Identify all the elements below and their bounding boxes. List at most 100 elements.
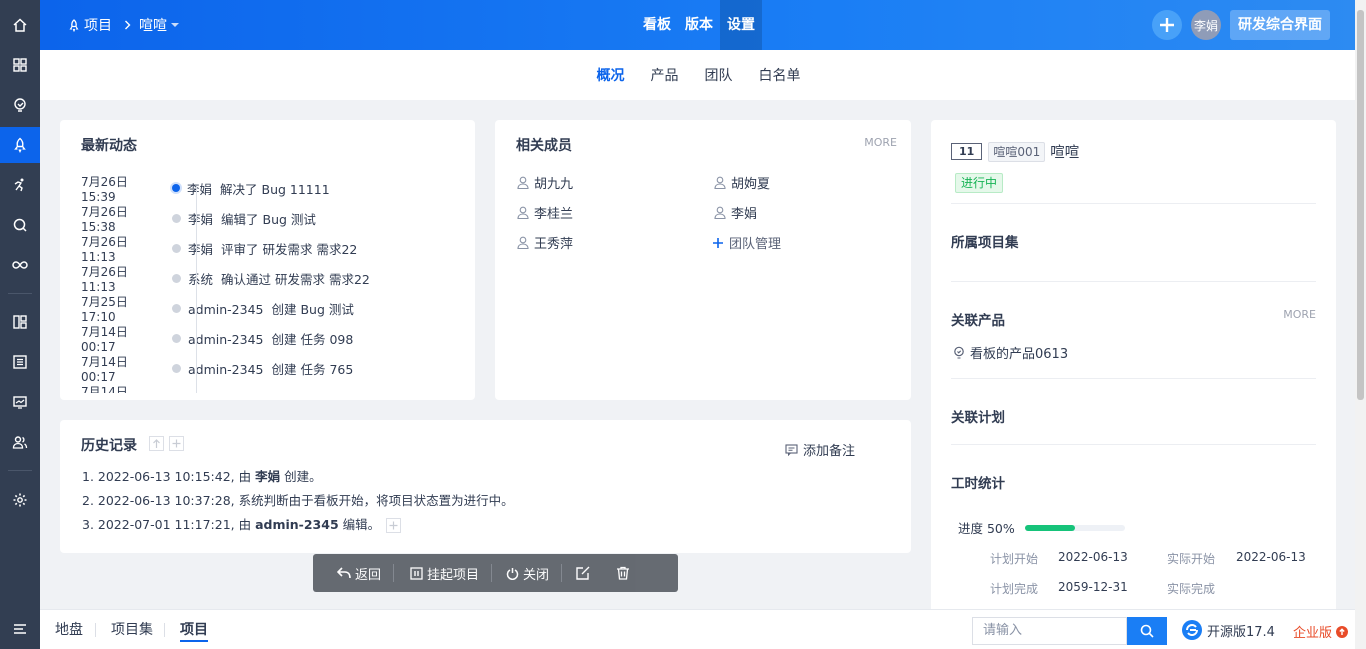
dynamics-text: 李娟 编辑了 Bug 测试: [188, 211, 316, 227]
enterprise-label: 企业版: [1293, 626, 1333, 641]
kanban-icon[interactable]: [0, 304, 40, 340]
version-info[interactable]: 开源版17.4: [1181, 619, 1275, 641]
nav-version[interactable]: 版本: [678, 0, 720, 50]
dynamics-item[interactable]: 7月14日 00:17 admin-2345 创建 任务 765: [81, 353, 461, 384]
timeline-dot: [172, 303, 181, 313]
breadcrumb-current: 喧喧: [139, 18, 167, 34]
linked-product-name: 看板的产品0613: [970, 347, 1069, 362]
dynamics-item[interactable]: 7月25日 17:10 admin-2345 创建 Bug 测试: [81, 293, 461, 324]
user-avatar[interactable]: 李娟: [1191, 10, 1221, 40]
tab-overview[interactable]: 概况: [585, 65, 637, 85]
dynamics-item[interactable]: 7月26日 11:13 李娟 评审了 研发需求 需求22: [81, 233, 461, 264]
suspend-project-button[interactable]: 挂起项目: [394, 554, 491, 592]
members-more-link[interactable]: MORE: [864, 136, 897, 149]
user-icon: [517, 206, 529, 219]
create-plus-button[interactable]: [1152, 10, 1182, 40]
project-name: 喧喧: [1050, 145, 1080, 161]
devops-infinity-icon[interactable]: [0, 247, 40, 283]
home-icon[interactable]: [0, 7, 40, 43]
team-manage-link[interactable]: 团队管理: [712, 233, 781, 252]
dynamics-item[interactable]: 7月26日 15:39 李娟 解决了 Bug 11111: [81, 173, 461, 204]
progress-label: 进度 50%: [958, 521, 1015, 536]
dynamics-time: 7月25日 17:10: [81, 294, 128, 324]
tab-team[interactable]: 团队: [693, 65, 745, 85]
linked-product-label: 关联产品: [951, 313, 1005, 329]
qa-search-icon[interactable]: [0, 207, 40, 243]
product-bulb-icon: [954, 346, 964, 359]
global-search-input[interactable]: 请输入: [972, 617, 1127, 645]
timeline-dot: [172, 184, 180, 192]
dynamics-text: 李娟 评审了 研发需求 需求22: [188, 241, 358, 257]
dynamics-time: 7月26日 15:38: [81, 204, 128, 234]
real-end-label: 实际完成: [1167, 582, 1216, 596]
enterprise-upgrade-link[interactable]: 企业版: [1293, 622, 1349, 641]
breadcrumb-root-label: 项目: [84, 18, 112, 34]
dynamics-time: 7月14日 00:17: [81, 384, 128, 394]
tab-product[interactable]: 产品: [639, 65, 691, 85]
sort-up-icon[interactable]: [149, 436, 164, 451]
program-icon[interactable]: [0, 87, 40, 123]
edit-button[interactable]: [562, 554, 606, 592]
bottom-tab-program[interactable]: 项目集: [111, 610, 153, 649]
search-button[interactable]: [1127, 617, 1167, 645]
history-item: 3. 2022-07-01 11:17:21, 由 admin-2345 编辑。: [82, 514, 402, 533]
edit-icon: [576, 566, 590, 580]
dynamics-time: 7月14日 00:17: [81, 324, 128, 354]
dynamics-text: admin-2345 创建 任务 098: [188, 331, 354, 347]
project-nav: 看板 版本 设置: [636, 0, 762, 50]
settings-gear-icon[interactable]: [0, 482, 40, 518]
user-icon: [714, 176, 726, 189]
dynamics-time: 7月26日 11:13: [81, 234, 128, 264]
search-icon: [1140, 624, 1154, 638]
dynamics-time: 7月26日 15:39: [81, 174, 128, 204]
plan-start-value: 2022-06-13: [1058, 550, 1128, 564]
users-icon[interactable]: [0, 424, 40, 460]
dynamics-item[interactable]: 7月26日 15:38 李娟 编辑了 Bug 测试: [81, 203, 461, 234]
bottom-tab-project[interactable]: 项目: [180, 610, 208, 649]
nav-settings[interactable]: 设置: [720, 0, 762, 50]
dynamics-item[interactable]: 7月26日 11:13 系统 确认通过 研发需求 需求22: [81, 263, 461, 294]
dynamics-time: 7月26日 11:13: [81, 264, 128, 294]
dashboard-grid-icon[interactable]: [0, 47, 40, 83]
project-status-badge: 进行中: [955, 173, 1004, 193]
undo-back-icon: [337, 567, 351, 579]
dynamics-text: 系统 确认通过 研发需求 需求22: [188, 271, 370, 287]
plan-end-value: 2059-12-31: [1058, 580, 1128, 594]
timeline-dot: [172, 213, 181, 223]
tab-whitelist[interactable]: 白名单: [747, 65, 813, 85]
back-button[interactable]: 返回: [313, 554, 393, 592]
version-label: 开源版17.4: [1207, 624, 1275, 640]
bottom-tab-my[interactable]: 地盘: [55, 610, 83, 649]
project-rocket-icon[interactable]: [0, 127, 40, 163]
menu-toggle-icon[interactable]: [0, 611, 40, 647]
workspace-switch-button[interactable]: 研发综合界面: [1230, 10, 1330, 40]
breadcrumb-root[interactable]: 项目: [68, 15, 112, 35]
dynamics-item[interactable]: 7月14日 00:17 admin-2345创建 任务 432: [81, 383, 461, 394]
plus-icon: [1160, 18, 1174, 32]
upgrade-arrow-icon: [1336, 625, 1349, 638]
nav-kanban[interactable]: 看板: [636, 0, 678, 50]
dynamics-text: 李娟 解决了 Bug 11111: [187, 181, 330, 197]
delete-button[interactable]: [606, 554, 646, 592]
expand-all-icon[interactable]: [169, 436, 184, 451]
breadcrumb-project-switcher[interactable]: 喧喧: [139, 15, 179, 35]
dynamics-item[interactable]: 7月14日 00:17 admin-2345 创建 任务 098: [81, 323, 461, 354]
page-scrollbar[interactable]: [1355, 0, 1366, 649]
bi-monitor-icon[interactable]: [0, 384, 40, 420]
member-item: 胡九九: [517, 173, 573, 192]
bottom-bar: 地盘 项目集 项目 请输入 开源版17.4 企业版: [40, 609, 1355, 649]
doc-list-icon[interactable]: [0, 344, 40, 380]
sub-nav: 概况 产品 团队 白名单: [40, 50, 1355, 100]
add-note-button[interactable]: 添加备注: [785, 440, 855, 459]
member-name: 李桂兰: [534, 207, 574, 222]
add-note-label: 添加备注: [803, 444, 856, 459]
caret-down-icon: [171, 23, 179, 27]
linked-product-item[interactable]: 看板的产品0613: [953, 343, 1068, 362]
dynamics-timeline: 7月26日 15:39 李娟 解决了 Bug 11111 7月26日 15:38 李娟编…: [81, 173, 461, 393]
team-manage-label: 团队管理: [729, 237, 782, 252]
close-project-button[interactable]: 关闭: [492, 554, 561, 592]
trash-icon: [617, 566, 630, 580]
product-more-link[interactable]: MORE: [1283, 308, 1316, 321]
expand-change-icon[interactable]: [386, 518, 402, 533]
execution-run-icon[interactable]: [0, 167, 40, 203]
